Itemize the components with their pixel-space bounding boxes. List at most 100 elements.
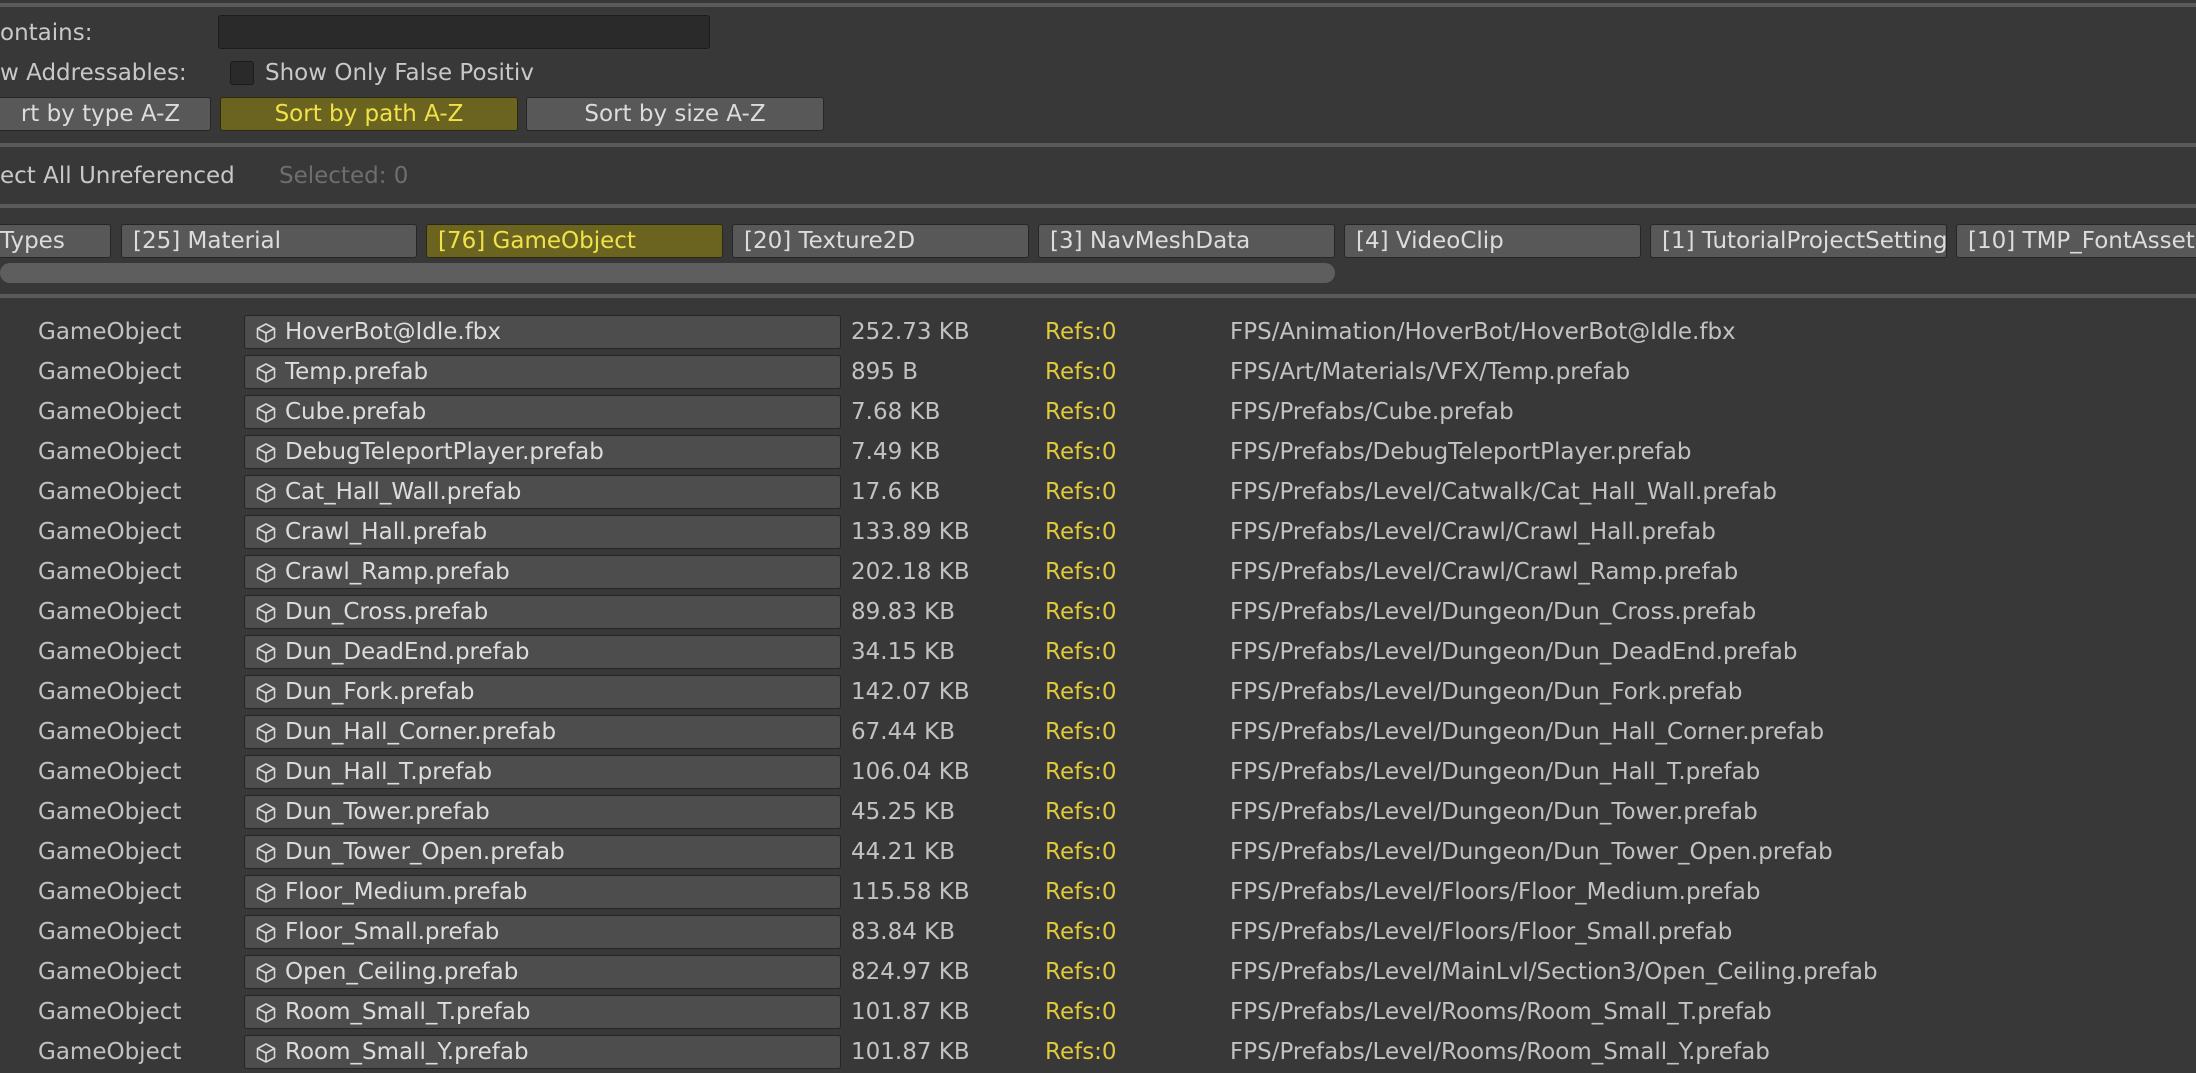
tab-tutorialprojectsettings[interactable]: [1] TutorialProjectSetting — [1650, 224, 1947, 258]
row-type: GameObject — [38, 759, 182, 785]
table-row: GameObject Room_Small_Y.prefab 101.87 KB Re… — [0, 1033, 2196, 1073]
row-size: 101.87 KB — [851, 1039, 970, 1065]
tab-navmeshdata[interactable]: [3] NavMeshData — [1038, 224, 1335, 258]
row-type: GameObject — [38, 719, 182, 745]
object-field[interactable]: Dun_Tower.prefab — [244, 795, 841, 829]
row-refs: Refs:0 — [1045, 839, 1117, 865]
tab-videoclip[interactable]: [4] VideoClip — [1344, 224, 1641, 258]
sort-by-path-button[interactable]: Sort by path A-Z — [220, 97, 518, 131]
row-type: GameObject — [38, 439, 182, 465]
tabs-horizontal-scrollbar[interactable] — [0, 263, 1335, 283]
object-name: Dun_Hall_Corner.prefab — [285, 719, 557, 745]
row-size: 7.49 KB — [851, 439, 941, 465]
table-row: GameObject Room_Small_T.prefab 101.87 KB Re… — [0, 993, 2196, 1033]
sort-by-type-button[interactable]: rt by type A-Z — [0, 97, 211, 131]
object-field[interactable]: Cube.prefab — [244, 395, 841, 429]
contains-label: ontains: — [0, 20, 93, 46]
tab-types[interactable]: Types — [0, 224, 111, 258]
row-type: GameObject — [38, 399, 182, 425]
tab-tmp-fontasset[interactable]: [10] TMP_FontAsset — [1956, 224, 2196, 258]
row-type: GameObject — [38, 879, 182, 905]
contains-search-field[interactable] — [218, 15, 710, 49]
row-path: FPS/Prefabs/Level/Crawl/Crawl_Ramp.prefa… — [1230, 559, 1739, 585]
object-field[interactable]: Cat_Hall_Wall.prefab — [244, 475, 841, 509]
object-field[interactable]: Crawl_Hall.prefab — [244, 515, 841, 549]
object-name: HoverBot@Idle.fbx — [285, 319, 501, 345]
table-row: GameObject Crawl_Ramp.prefab 202.18 KB Refs… — [0, 553, 2196, 593]
object-name: Room_Small_Y.prefab — [285, 1039, 529, 1065]
row-refs: Refs:0 — [1045, 959, 1117, 985]
false-positives-checkbox[interactable] — [230, 61, 254, 85]
object-field[interactable]: Open_Ceiling.prefab — [244, 955, 841, 989]
tab-texture2d[interactable]: [20] Texture2D — [732, 224, 1029, 258]
row-size: 67.44 KB — [851, 719, 956, 745]
divider — [0, 143, 2196, 147]
object-field[interactable]: Dun_Tower_Open.prefab — [244, 835, 841, 869]
object-name: Crawl_Ramp.prefab — [285, 559, 510, 585]
object-field[interactable]: Crawl_Ramp.prefab — [244, 555, 841, 589]
table-row: GameObject Floor_Small.prefab 83.84 KB Refs… — [0, 913, 2196, 953]
object-field[interactable]: Dun_Hall_Corner.prefab — [244, 715, 841, 749]
row-refs: Refs:0 — [1045, 519, 1117, 545]
object-field[interactable]: Room_Small_Y.prefab — [244, 1035, 841, 1069]
row-path: FPS/Animation/HoverBot/HoverBot@Idle.fbx — [1230, 319, 1736, 345]
object-name: Dun_Hall_T.prefab — [285, 759, 493, 785]
sort-by-size-button[interactable]: Sort by size A-Z — [526, 97, 824, 131]
object-field[interactable]: Dun_Hall_T.prefab — [244, 755, 841, 789]
row-size: 824.97 KB — [851, 959, 970, 985]
row-refs: Refs:0 — [1045, 599, 1117, 625]
row-refs: Refs:0 — [1045, 319, 1117, 345]
top-divider — [0, 3, 2196, 7]
tab-material[interactable]: [25] Material — [121, 224, 417, 258]
show-addressables-label: w Addressables: — [0, 60, 187, 86]
table-row: GameObject Dun_Tower_Open.prefab 44.21 KB R… — [0, 833, 2196, 873]
row-path: FPS/Prefabs/Level/Rooms/Room_Small_T.pre… — [1230, 999, 1772, 1025]
object-name: Dun_Fork.prefab — [285, 679, 475, 705]
false-positives-label: Show Only False Positiv — [265, 60, 534, 86]
row-size: 133.89 KB — [851, 519, 970, 545]
object-name: Temp.prefab — [285, 359, 429, 385]
object-field[interactable]: Temp.prefab — [244, 355, 841, 389]
object-name: Cube.prefab — [285, 399, 427, 425]
row-refs: Refs:0 — [1045, 479, 1117, 505]
row-type: GameObject — [38, 799, 182, 825]
object-name: Room_Small_T.prefab — [285, 999, 531, 1025]
row-refs: Refs:0 — [1045, 799, 1117, 825]
row-refs: Refs:0 — [1045, 919, 1117, 945]
object-field[interactable]: Floor_Small.prefab — [244, 915, 841, 949]
table-row: GameObject Cat_Hall_Wall.prefab 17.6 KB Ref… — [0, 473, 2196, 513]
row-path: FPS/Prefabs/Level/Dungeon/Dun_Hall_Corne… — [1230, 719, 1825, 745]
select-all-unreferenced-button[interactable]: ect All Unreferenced — [0, 163, 235, 189]
row-size: 895 B — [851, 359, 918, 385]
object-field[interactable]: Dun_Fork.prefab — [244, 675, 841, 709]
table-row: GameObject Dun_Cross.prefab 89.83 KB Refs:0… — [0, 593, 2196, 633]
row-refs: Refs:0 — [1045, 559, 1117, 585]
row-path: FPS/Prefabs/Level/Dungeon/Dun_Tower_Open… — [1230, 839, 1833, 865]
object-field[interactable]: Room_Small_T.prefab — [244, 995, 841, 1029]
row-size: 115.58 KB — [851, 879, 970, 905]
row-path: FPS/Prefabs/Level/Floors/Floor_Medium.pr… — [1230, 879, 1761, 905]
table-row: GameObject Dun_DeadEnd.prefab 34.15 KB Refs… — [0, 633, 2196, 673]
object-field[interactable]: DebugTeleportPlayer.prefab — [244, 435, 841, 469]
object-name: Open_Ceiling.prefab — [285, 959, 519, 985]
row-type: GameObject — [38, 479, 182, 505]
object-field[interactable]: Dun_DeadEnd.prefab — [244, 635, 841, 669]
table-row: GameObject DebugTeleportPlayer.prefab 7.49… — [0, 433, 2196, 473]
row-path: FPS/Prefabs/Level/Dungeon/Dun_Fork.prefa… — [1230, 679, 1743, 705]
table-row: GameObject Crawl_Hall.prefab 133.89 KB Refs… — [0, 513, 2196, 553]
row-refs: Refs:0 — [1045, 679, 1117, 705]
row-size: 202.18 KB — [851, 559, 970, 585]
tab-gameobject[interactable]: [76] GameObject — [426, 224, 723, 258]
row-refs: Refs:0 — [1045, 399, 1117, 425]
row-size: 34.15 KB — [851, 639, 956, 665]
object-field[interactable]: Dun_Cross.prefab — [244, 595, 841, 629]
object-field[interactable]: HoverBot@Idle.fbx — [244, 315, 841, 349]
row-refs: Refs:0 — [1045, 719, 1117, 745]
row-path: FPS/Prefabs/Level/Dungeon/Dun_Hall_T.pre… — [1230, 759, 1761, 785]
object-field[interactable]: Floor_Medium.prefab — [244, 875, 841, 909]
row-path: FPS/Art/Materials/VFX/Temp.prefab — [1230, 359, 1631, 385]
object-name: Dun_Tower.prefab — [285, 799, 490, 825]
object-name: Dun_DeadEnd.prefab — [285, 639, 530, 665]
selected-count: Selected: 0 — [279, 163, 409, 189]
row-type: GameObject — [38, 919, 182, 945]
